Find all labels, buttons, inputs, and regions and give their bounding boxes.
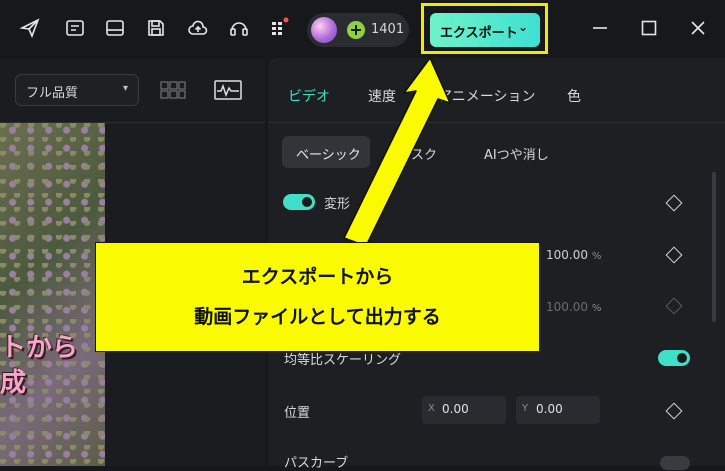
minimize-icon[interactable] [588,16,612,40]
chevron-down-icon: ⌄ [518,20,529,34]
position-label: 位置 [284,406,311,421]
position-x-field[interactable]: X 0.00 [422,396,506,424]
uniform-scaling-toggle[interactable] [658,350,690,366]
annotation-callout: エクスポートから 動画ファイルとして出力する [95,242,540,352]
x-axis-key: X [428,403,435,414]
scale-y-value: 100.00 % [546,300,601,314]
headset-support-icon[interactable] [228,17,250,39]
chevron-down-icon: ▾ [122,83,128,94]
transform-toggle[interactable] [283,194,315,210]
subtab-mask[interactable]: マスク [388,136,448,168]
callout-line-1: エクスポートから [241,266,394,288]
tab-animation[interactable]: アニメーション [438,86,535,106]
subtab-basic-label: ベーシック [296,148,361,163]
percent-unit: % [591,303,602,314]
tab-video[interactable]: ビデオ [288,86,330,106]
close-icon[interactable] [686,16,710,40]
position-y-field[interactable]: Y 0.00 [516,396,600,424]
quality-dropdown[interactable]: フル品質 ▾ [15,74,139,106]
send-icon[interactable] [19,17,41,39]
path-curve-label: パスカーブ [284,456,349,471]
add-credits-icon[interactable] [347,21,365,39]
subtab-ai-matte[interactable]: AIつや消し [474,136,564,168]
credits-badge[interactable]: 1401 [307,13,409,47]
tab-color[interactable]: 色 [567,86,581,106]
path-curve-toggle[interactable] [660,456,690,470]
subtab-ai-matte-label: AIつや消し [484,148,549,163]
save-icon[interactable] [145,17,167,39]
scale-y-number: 100.00 [546,300,588,314]
avatar[interactable] [311,17,337,43]
tab-speed[interactable]: 速度 [368,86,396,106]
layout-icon[interactable] [104,17,126,39]
subtab-mask-label: マスク [398,148,438,163]
percent-unit: % [591,251,602,262]
position-x-value: 0.00 [442,402,469,416]
position-y-value: 0.00 [536,402,563,416]
export-button[interactable]: エクスポート ⌄ [430,13,540,47]
cloud-upload-icon[interactable] [187,17,209,39]
subtab-basic[interactable]: ベーシック [282,136,370,168]
scale-x-number: 100.00 [546,248,588,262]
maximize-icon[interactable] [637,16,661,40]
y-axis-key: Y [522,403,529,414]
video-overlay-text: トから [0,333,79,363]
transform-label: 変形 [324,197,351,212]
credits-count: 1401 [371,22,405,37]
waveform-icon[interactable] [214,79,242,101]
grid-view-icon[interactable] [160,80,186,100]
video-overlay-text: 成 [0,368,27,398]
media-library-icon[interactable] [64,17,86,39]
scrollbar[interactable] [712,172,716,322]
callout-line-2: 動画ファイルとして出力する [194,306,441,328]
divider [268,122,725,123]
quality-value: フル品質 [26,86,79,101]
scale-x-value: 100.00 % [546,248,601,262]
top-toolbar: 1401 エクスポート ⌄ [0,0,725,58]
export-button-label: エクスポート [440,26,518,41]
apps-grid-icon[interactable] [268,17,290,39]
video-preview[interactable] [0,123,105,466]
